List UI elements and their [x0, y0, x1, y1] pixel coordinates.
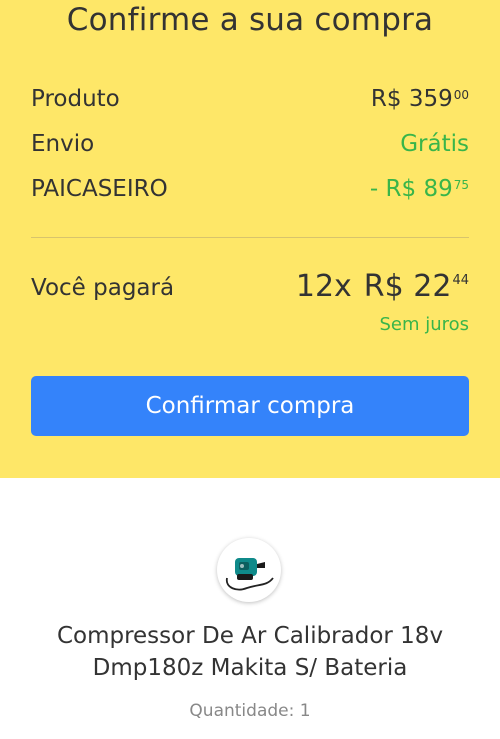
total-label: Você pagará	[31, 275, 175, 301]
installment-amount: R$ 2244	[363, 269, 469, 304]
air-compressor-image	[225, 558, 274, 591]
installments-count: 12x	[295, 269, 352, 304]
interest-free-note: Sem juros	[379, 314, 469, 335]
page-title: Confirme a sua compra	[66, 2, 434, 38]
summary-row-shipping: Envio Grátis	[31, 131, 469, 165]
coupon-label: PAICASEIRO	[31, 176, 168, 202]
coupon-discount: - R$ 8975	[369, 176, 469, 202]
summary-row-coupon: PAICASEIRO - R$ 8975	[31, 176, 469, 210]
shipping-label: Envio	[31, 131, 95, 157]
product-thumbnail	[217, 538, 281, 602]
total-amount: 12x R$ 2244	[296, 269, 469, 304]
product-quantity: Quantidade: 1	[189, 701, 311, 721]
product-title: Compressor De Ar Calibrador 18v Dmp180z …	[56, 623, 444, 681]
product-price: R$ 35900	[370, 86, 469, 112]
summary-divider	[31, 237, 469, 238]
product-label: Produto	[31, 86, 120, 112]
confirm-purchase-button[interactable]: Confirmar compra	[31, 376, 469, 436]
shipping-price: Grátis	[400, 131, 469, 157]
summary-row-product: Produto R$ 35900	[31, 86, 469, 120]
checkout-summary-panel: Confirme a sua compra Produto R$ 35900 E…	[0, 0, 500, 478]
